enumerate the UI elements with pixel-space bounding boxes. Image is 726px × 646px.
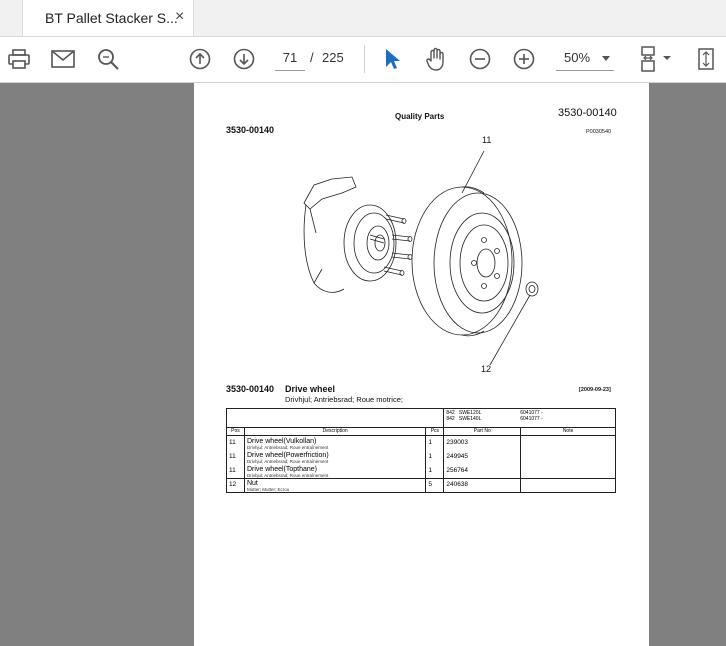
- header-left: 3530-00140: [226, 125, 275, 135]
- callout-12: 12: [481, 364, 492, 374]
- model-line: 842 SWE140L 6041077 -: [446, 416, 543, 422]
- parts-table: 842 SWE120L 6041077 - 842 SWE140L 604107…: [225, 408, 616, 493]
- pdf-page: Quality Parts 3530-00140 3530-00140 P003…: [194, 83, 649, 646]
- section-title: Drive wheel: [285, 384, 336, 394]
- next-page-button[interactable]: [231, 46, 257, 72]
- header-right: 3530-00140: [558, 107, 617, 119]
- toolbar-divider: [364, 45, 365, 73]
- email-button[interactable]: [50, 46, 76, 72]
- document-viewer[interactable]: Quality Parts 3530-00140 3530-00140 P003…: [0, 83, 726, 646]
- zoom-in-button[interactable]: [511, 46, 537, 72]
- print-button[interactable]: [6, 46, 32, 72]
- more-icon: [698, 48, 714, 70]
- minus-circle-icon: [469, 48, 491, 70]
- col-description: Description: [243, 427, 427, 436]
- col-note: Note: [520, 427, 616, 436]
- page-number-input[interactable]: 71: [275, 46, 305, 71]
- page-total: 225: [322, 50, 344, 65]
- table-header: Pos Description Pcs Part No Note: [226, 427, 616, 436]
- chevron-down-icon: [602, 56, 610, 61]
- section-translations: Drivhjul; Antriebsrad; Roue motrice;: [285, 395, 403, 404]
- document-tab[interactable]: BT Pallet Stacker S... ×: [22, 0, 194, 36]
- find-button[interactable]: [95, 46, 121, 72]
- page-fit-button[interactable]: [638, 46, 674, 72]
- hand-icon: [426, 47, 444, 71]
- arrow-up-circle-icon: [189, 48, 211, 70]
- close-tab-icon[interactable]: ×: [175, 8, 184, 26]
- tab-bar: BT Pallet Stacker S... ×: [0, 0, 726, 37]
- callout-11: 11: [482, 135, 492, 145]
- zoom-select[interactable]: 50%: [556, 46, 614, 71]
- zoom-out-button[interactable]: [467, 46, 493, 72]
- table-row: 11 Drive wheel(Powerfriction) Drivhjul; A…: [226, 450, 616, 464]
- print-icon: [8, 49, 30, 69]
- table-row: 11 Drive wheel(Topthane) Drivhjul; Antrie…: [226, 464, 616, 479]
- arrow-down-circle-icon: [233, 48, 255, 70]
- previous-page-button[interactable]: [187, 46, 213, 72]
- pdf-toolbar: 71 / 225 50%: [0, 37, 726, 83]
- col-pos: Pos: [226, 427, 245, 436]
- hand-tool-button[interactable]: [423, 46, 449, 72]
- select-tool-button[interactable]: [379, 46, 405, 72]
- header-center: Quality Parts: [395, 112, 445, 121]
- fit-page-icon: [641, 46, 671, 72]
- drive-wheel-diagram: [303, 150, 539, 366]
- section-date: [2009-09-23]: [579, 387, 611, 393]
- search-icon: [98, 49, 119, 70]
- table-row: 11 Drive wheel(Vulkollan) Drivhjul; Antri…: [226, 435, 616, 450]
- section-code: 3530-00140: [226, 384, 275, 394]
- tab-title: BT Pallet Stacker S...: [45, 10, 178, 26]
- plus-circle-icon: [513, 48, 535, 70]
- image-ref: P0030540: [586, 129, 612, 135]
- models-row: 842 SWE120L 6041077 - 842 SWE140L 604107…: [225, 408, 616, 428]
- mail-icon: [51, 50, 75, 68]
- col-part-no: Part No: [443, 427, 522, 436]
- zoom-value: 50%: [564, 50, 591, 65]
- page-separator: /: [310, 50, 314, 65]
- col-qty: Pcs: [425, 427, 445, 436]
- more-tools-button[interactable]: [694, 46, 718, 72]
- table-row: 12 Nut Mutter; Mutter; Ecrou 5 240638: [226, 478, 616, 493]
- cursor-arrow-icon: [386, 49, 400, 69]
